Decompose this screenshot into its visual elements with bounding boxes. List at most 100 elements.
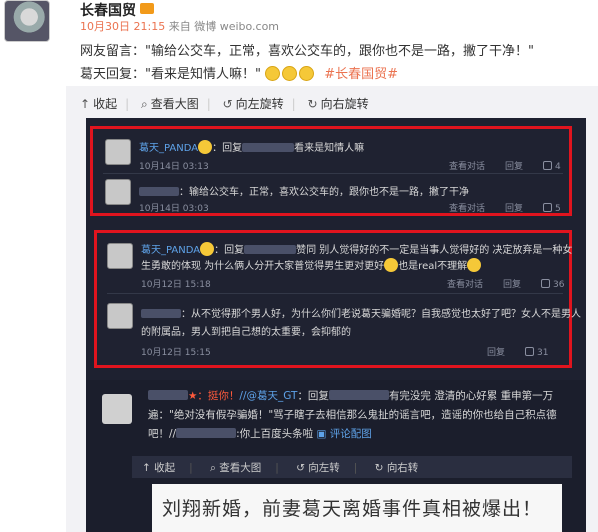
comment-body: ：输给公交车，正常，喜欢公交车的，跟你也不是一路，撇了干净 <box>179 187 469 198</box>
comment-box-1: 葛天_PANDA ：回复 看来是知情人嘛 10月14日 03:13 查看对话 回复 4 … <box>90 126 572 216</box>
like-count: 31 <box>525 347 549 358</box>
author-avatar[interactable] <box>4 0 50 42</box>
toolbar-divider: | <box>125 97 130 111</box>
like-count: 4 <box>543 161 561 172</box>
like-count: 36 <box>541 279 564 290</box>
post-meta: 10月30日 21:15 来自 微博 weibo.com <box>80 18 279 34</box>
author-name-text[interactable]: 长春国贸 <box>80 3 136 19</box>
toolbar-divider: | <box>353 462 358 474</box>
repost-line1: ★：挺你！//@葛天_GT：回复 有完没完 澄清的心好累 重申第一万 <box>148 388 553 403</box>
repost-reply-prefix: ：回复 <box>297 390 329 402</box>
rotate-left-icon: ↺ <box>222 97 233 111</box>
post-image[interactable]: 葛天_PANDA ：回复 看来是知情人嘛 10月14日 03:13 查看对话 回复 4 … <box>86 118 586 532</box>
repost-image-toolbar: ↑ 收起 | ⌕ 查看大图 | ↺ 向左转 | ↻ 向右转 <box>132 456 572 478</box>
comment-text-cont: 生勇敢的体现 为什么俩人分开大家普觉得男生更对更好 也是real不理解 <box>141 257 482 272</box>
reply-text: 回复 <box>505 162 524 172</box>
blurred-username <box>244 245 297 254</box>
toolbar-divider: | <box>291 97 296 111</box>
topic-link[interactable]: #长春国贸# <box>324 67 398 82</box>
comment-text: 葛天_PANDA ：回复 看来是知情人嘛 <box>139 139 364 154</box>
repost-body: 有完没完 澄清的心好累 重申第一万 <box>388 390 554 402</box>
vip-badge-icon <box>140 3 154 14</box>
comment-text: 葛天_PANDA ：回复 赞同 别人觉得好的不一定是当事人觉得好的 决定放弃是一种女 <box>141 241 572 256</box>
rotate-right-icon: ↻ <box>307 97 318 111</box>
comment-avatar <box>105 179 131 205</box>
comment-date: 10月14日 03:03 <box>139 204 209 214</box>
reply-text: 回复 <box>503 280 522 290</box>
blurred-username <box>176 428 237 438</box>
rotate-right-label: 向右旋转 <box>320 97 369 111</box>
rotate-left-button[interactable]: ↺ 向左旋转 <box>223 97 284 111</box>
vip-emoji-icon <box>198 140 213 154</box>
like-number: 5 <box>555 204 561 214</box>
repost-rotate-right: ↻ 向右转 <box>374 462 419 474</box>
view-large-button[interactable]: ⌕ 查看大图 <box>141 97 199 111</box>
comment-box-2: 葛天_PANDA ：回复 赞同 别人觉得好的不一定是当事人觉得好的 决定放弃是一种女… <box>94 230 581 368</box>
comment-body: 生勇敢的体现 为什么俩人分开大家普觉得男生更对更好 <box>141 261 385 272</box>
blurred-username <box>148 390 188 400</box>
thumb-up-icon <box>525 347 535 356</box>
collapse-label: 收起 <box>93 97 118 111</box>
repost-view-large: ⌕ 查看大图 <box>210 462 262 474</box>
repost-section: ★：挺你！//@葛天_GT：回复 有完没完 澄清的心好累 重申第一万 遍："绝对没… <box>86 380 586 532</box>
comment-body: 也是real不理解 <box>398 261 468 272</box>
comment-body: 赞同 别人觉得好的不一定是当事人觉得好的 决定放弃是一种女 <box>296 245 573 256</box>
repost-collapse: ↑ 收起 <box>142 462 176 474</box>
rotate-left-label: 向左旋转 <box>235 97 284 111</box>
blurred-username <box>139 187 179 196</box>
thumb-up-icon <box>543 203 553 212</box>
view-dialog-text: 查看对话 <box>449 204 486 214</box>
repost-mention: //@葛天_GT <box>239 390 298 402</box>
laugh-emoji-icon <box>265 66 281 81</box>
rotate-right-button[interactable]: ↻ 向右旋转 <box>308 97 369 111</box>
toolbar-divider: | <box>275 462 279 474</box>
reply-prefix: ：回复 <box>212 143 243 154</box>
comment-avatar <box>105 139 131 165</box>
headline-text: 刘翔新婚，前妻葛天离婚事件真相被爆出！ <box>162 498 543 520</box>
post-text-line2: 葛天回复："看来是知情人嘛！" #长春国贸# <box>80 63 398 82</box>
post-text-line2-body: 葛天回复："看来是知情人嘛！" <box>80 67 261 82</box>
repost-avatar <box>102 394 132 424</box>
reply-text: 回复 <box>505 204 524 214</box>
repost-line2: 遍："绝对没有假孕骗婚！"骂子瞎子去相信那么鬼扯的谣言吧，造谣的你也给自己积点德 <box>148 409 557 421</box>
comment-actions: 回复 31 <box>467 345 548 358</box>
reply-prefix: ：回复 <box>214 245 245 256</box>
thumb-up-icon <box>543 161 553 170</box>
crying-emoji-icon <box>384 258 399 272</box>
comment-text-cont: 的附属品，男人到把自己想的太重要，会抑郁的 <box>141 323 351 338</box>
collapse-arrow-icon: ↑ <box>80 97 91 111</box>
blurred-username <box>242 143 295 152</box>
toolbar-divider: | <box>206 97 211 111</box>
comment-author: 葛天_PANDA <box>141 245 201 256</box>
blurred-username <box>141 309 181 318</box>
repost-view-label: 查看大图 <box>219 462 262 474</box>
comment-body: ：从不觉得那个男人好，为什么你们老说葛天骗婚呢？自我感觉也太好了吧？女人不是男人 <box>181 309 581 320</box>
vip-emoji-icon <box>200 242 215 256</box>
comment-author: 葛天_PANDA <box>139 143 199 154</box>
author-name[interactable]: 长春国贸 <box>80 0 154 20</box>
post-time[interactable]: 10月30日 21:15 <box>80 20 165 33</box>
repost-body: 吧！// <box>148 428 177 440</box>
comment-avatar <box>107 303 133 329</box>
comment-divider <box>103 173 563 174</box>
like-number: 31 <box>537 348 549 358</box>
view-dialog-text: 查看对话 <box>449 162 486 172</box>
comment-text: ：从不觉得那个男人好，为什么你们老说葛天骗婚呢？自我感觉也太好了吧？女人不是男人 <box>141 305 581 320</box>
image-toolbar: ↑ 收起 | ⌕ 查看大图 | ↺ 向左旋转 | ↻ 向右旋转 <box>80 95 377 112</box>
repost-left-label: 向左转 <box>308 462 340 474</box>
post-source[interactable]: 来自 微博 weibo.com <box>169 20 279 33</box>
comment-date: 10月14日 03:13 <box>139 162 209 172</box>
comment-image-link: ▣ 评论配图 <box>316 428 372 440</box>
laugh-emoji-icon <box>299 66 315 81</box>
toolbar-divider: | <box>189 462 193 474</box>
magnifier-icon: ⌕ <box>140 97 148 111</box>
repost-body: :你上百度头条啦 <box>236 428 314 440</box>
view-dialog-text: 查看对话 <box>447 280 484 290</box>
comment-actions: 查看对话 回复 5 <box>429 201 561 214</box>
post-text-line1: 网友留言："输给公交车，正常，喜欢公交车的，跟你也不是一路，撇了干净！" <box>80 44 534 59</box>
repost-line3: 吧！// :你上百度头条啦 ▣ 评论配图 <box>148 426 372 441</box>
collapse-button[interactable]: ↑ 收起 <box>80 97 117 111</box>
repost-rotate-left: ↺ 向左转 <box>296 462 340 474</box>
comment-divider <box>107 293 563 294</box>
comment-body: 看来是知情人嘛 <box>294 143 365 154</box>
